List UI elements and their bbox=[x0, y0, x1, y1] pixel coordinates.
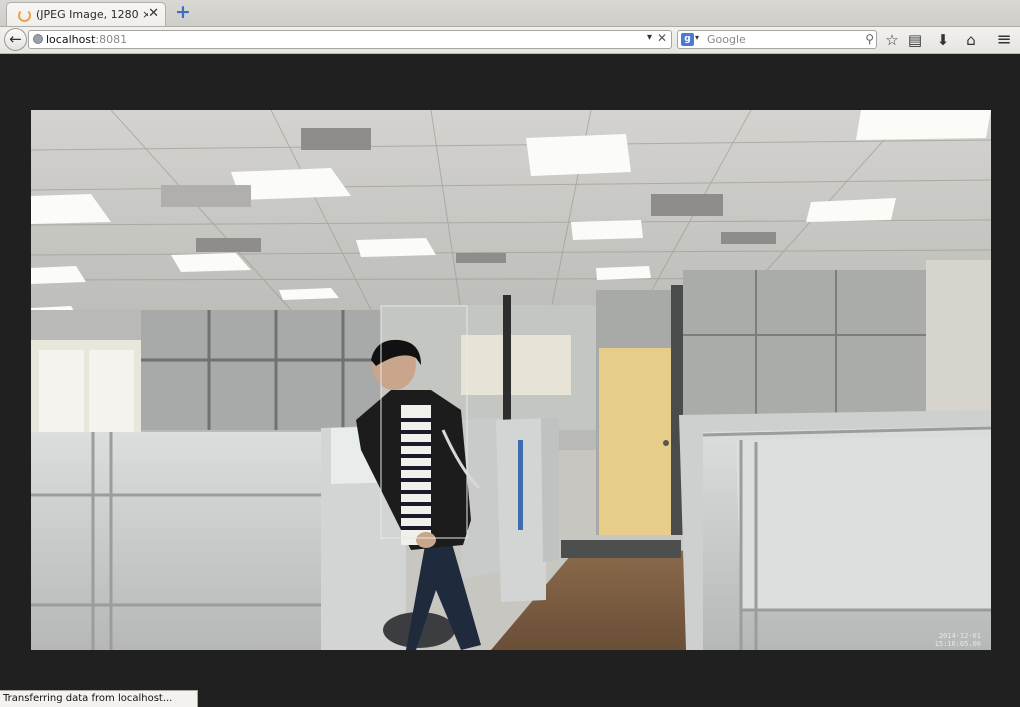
search-bar[interactable]: g ▾ Google ⚲ bbox=[677, 30, 877, 49]
url-history-dropdown-icon[interactable]: ▾ bbox=[647, 32, 652, 43]
search-placeholder: Google bbox=[707, 33, 746, 46]
back-button[interactable]: ← bbox=[4, 28, 27, 51]
url-port: :8081 bbox=[95, 33, 128, 46]
url-stop-icon[interactable]: ✕ bbox=[657, 31, 667, 45]
tab-active[interactable]: (JPEG Image, 1280 × 720 ... ✕ bbox=[6, 2, 166, 26]
jpeg-image[interactable]: 2014-12-01 15:16:05.00 bbox=[31, 110, 991, 650]
downloads-icon[interactable]: ⬇ bbox=[933, 30, 953, 50]
bookmark-star-icon[interactable]: ☆ bbox=[882, 30, 902, 50]
search-engine-dropdown-icon[interactable]: ▾ bbox=[695, 33, 699, 42]
search-engine-icon[interactable]: g bbox=[681, 33, 694, 46]
loading-spinner-icon bbox=[18, 9, 31, 22]
new-tab-button[interactable]: + bbox=[174, 3, 192, 22]
url-bar[interactable]: localhost:8081 ▾ ✕ bbox=[28, 30, 672, 49]
tab-strip: (JPEG Image, 1280 × 720 ... ✕ + bbox=[0, 0, 1020, 27]
url-text[interactable]: localhost:8081 bbox=[46, 33, 127, 46]
bookmarks-menu-icon[interactable]: ▤ bbox=[905, 30, 925, 50]
tab-close-icon[interactable]: ✕ bbox=[148, 6, 159, 21]
home-icon[interactable]: ⌂ bbox=[961, 30, 981, 50]
menu-icon[interactable]: ≡ bbox=[994, 30, 1014, 50]
tab-title: (JPEG Image, 1280 × 720 ... bbox=[36, 8, 148, 21]
site-identity-icon[interactable] bbox=[33, 34, 43, 44]
url-host: localhost bbox=[46, 33, 96, 46]
office-camera-frame bbox=[31, 110, 991, 650]
timestamp-overlay: 2014-12-01 15:16:05.00 bbox=[935, 632, 981, 648]
navigation-toolbar: ← localhost:8081 ▾ ✕ g ▾ Google ⚲ ☆ ▤ ⬇ … bbox=[0, 27, 1020, 54]
timestamp-time: 15:16:05.00 bbox=[934, 640, 981, 648]
search-magnifier-icon[interactable]: ⚲ bbox=[865, 32, 874, 46]
status-panel: Transferring data from localhost... bbox=[0, 690, 198, 707]
timestamp-date: 2014-12-01 bbox=[938, 632, 981, 640]
